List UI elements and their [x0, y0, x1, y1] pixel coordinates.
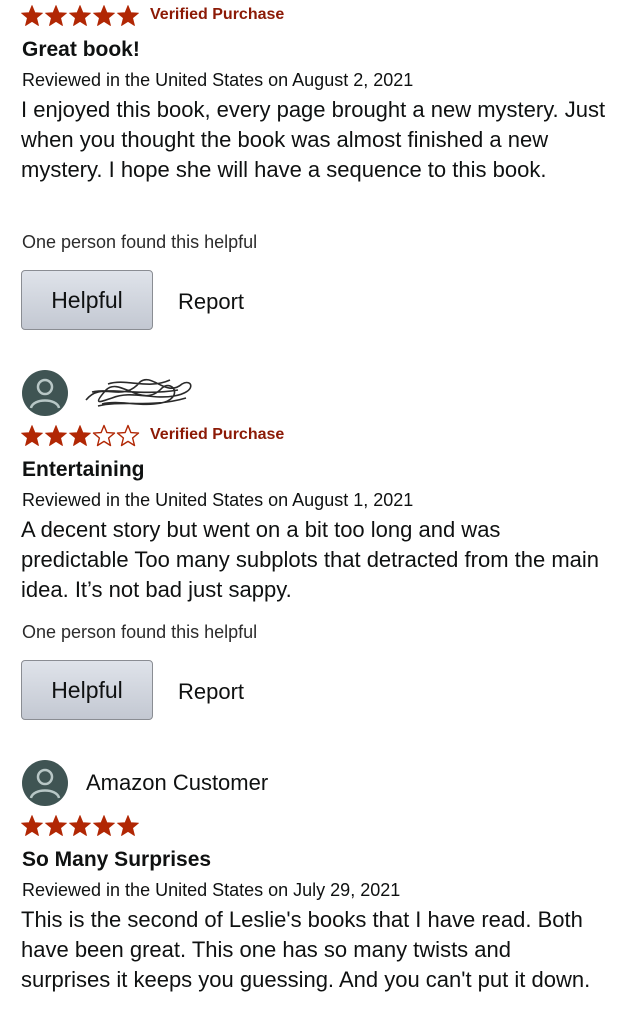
- review-3: Amazon Customer So Many Surprises Review…: [0, 760, 621, 1024]
- review-1: Verified Purchase Great book! Reviewed i…: [0, 0, 621, 340]
- star-rating: [20, 424, 140, 448]
- star-rating: [20, 4, 140, 28]
- star-filled-icon: [45, 815, 67, 836]
- review-meta: Reviewed in the United States on August …: [22, 490, 414, 510]
- star-filled-icon: [45, 425, 67, 446]
- report-link[interactable]: Report: [178, 289, 244, 315]
- star-filled-icon: [93, 5, 115, 26]
- user-avatar-icon: [22, 760, 68, 806]
- report-link[interactable]: Report: [178, 679, 244, 705]
- helpful-button[interactable]: Helpful: [21, 270, 153, 330]
- star-filled-icon: [117, 815, 139, 836]
- review-body: This is the second of Leslie's books tha…: [21, 907, 591, 992]
- review-body: I enjoyed this book, every page brought …: [21, 97, 606, 182]
- star-filled-icon: [21, 5, 43, 26]
- star-filled-icon: [69, 425, 91, 446]
- star-rating: [20, 814, 140, 838]
- user-silhouette-icon: [29, 378, 61, 409]
- verified-purchase-badge: Verified Purchase: [150, 6, 285, 23]
- reviewer-profile[interactable]: Amazon Customer: [22, 760, 522, 806]
- review-body: A decent story but went on a bit too lon…: [21, 517, 600, 602]
- reviewer-profile[interactable]: [22, 370, 522, 416]
- star-outline-icon: [116, 424, 140, 447]
- review-meta: Reviewed in the United States on August …: [22, 70, 414, 90]
- user-silhouette-icon: [29, 768, 61, 799]
- star-filled-icon: [69, 5, 91, 26]
- star-filled-icon: [45, 5, 67, 26]
- redacted-name-scribble: [85, 379, 192, 407]
- helpful-count: One person found this helpful: [22, 232, 258, 252]
- review-1-rating: Verified Purchase: [20, 4, 420, 30]
- user-avatar-icon: [22, 370, 68, 416]
- review-title: Entertaining: [22, 458, 145, 481]
- star-filled-icon: [117, 5, 139, 26]
- helpful-count: One person found this helpful: [22, 622, 258, 642]
- review-2: Verified Purchase Entertaining Reviewed …: [0, 368, 621, 728]
- review-title: So Many Surprises: [22, 848, 212, 871]
- verified-purchase-badge: Verified Purchase: [150, 426, 285, 443]
- review-2-rating: Verified Purchase: [20, 424, 420, 450]
- star-filled-icon: [21, 425, 43, 446]
- review-meta: Reviewed in the United States on July 29…: [22, 880, 401, 900]
- star-filled-icon: [69, 815, 91, 836]
- star-filled-icon: [93, 815, 115, 836]
- star-outline-icon: [92, 424, 116, 447]
- review-3-rating: [20, 814, 420, 840]
- reviewer-name[interactable]: Amazon Customer: [86, 770, 268, 796]
- star-filled-icon: [21, 815, 43, 836]
- helpful-button[interactable]: Helpful: [21, 660, 153, 720]
- review-title: Great book!: [22, 38, 140, 61]
